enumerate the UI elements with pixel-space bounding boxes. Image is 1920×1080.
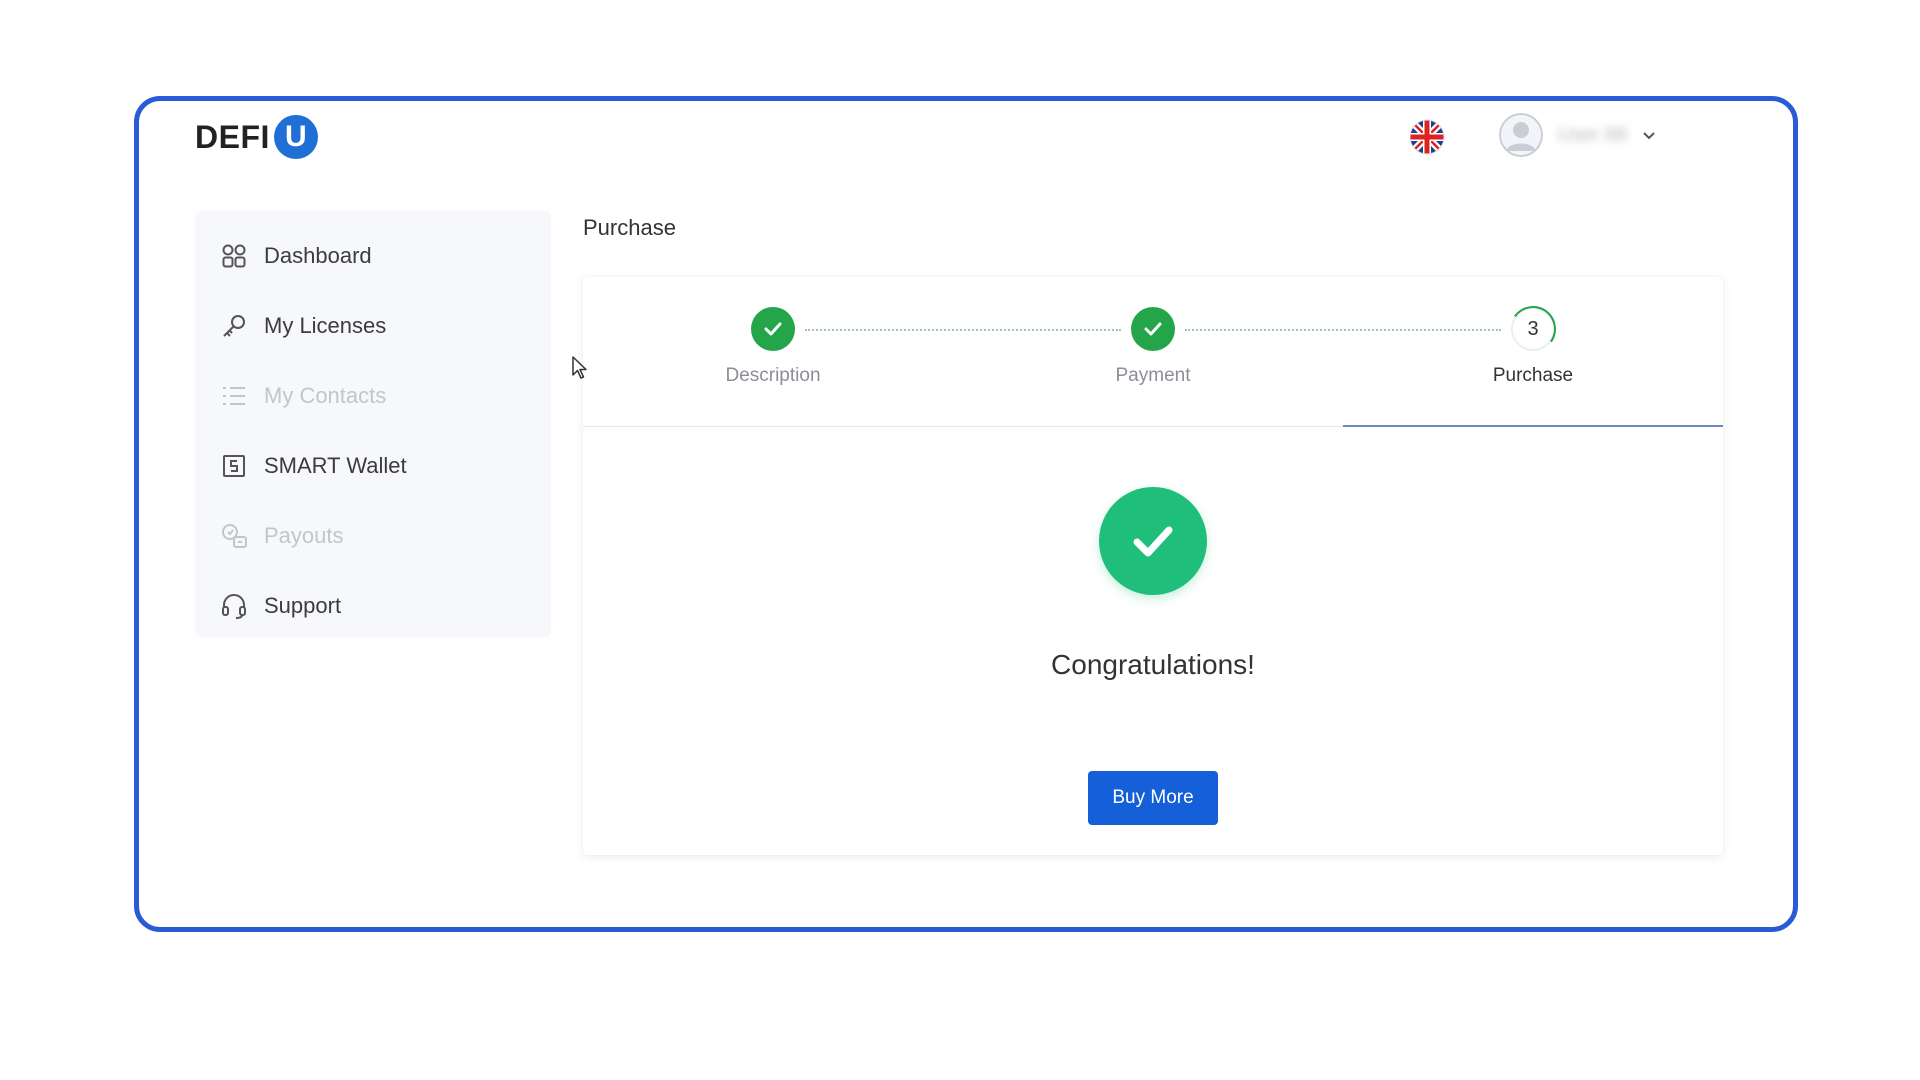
page-title: Purchase <box>583 215 676 240</box>
list-icon <box>220 382 248 410</box>
step-payment[interactable]: Payment <box>963 307 1343 387</box>
uk-flag-icon[interactable] <box>1409 119 1445 155</box>
step-label: Payment <box>1115 365 1191 386</box>
step-number: 3 <box>1511 307 1555 351</box>
logo[interactable]: DEFI U <box>195 115 318 159</box>
sidebar-item-smart-wallet[interactable]: SMART Wallet <box>195 431 551 501</box>
mouse-cursor-icon <box>571 355 589 381</box>
buy-more-button[interactable]: Buy More <box>1088 771 1218 825</box>
sidebar: Dashboard My Licenses My Contacts SMART … <box>195 211 551 637</box>
step-purchase[interactable]: 3 Purchase <box>1343 307 1723 387</box>
sidebar-item-payouts[interactable]: Payouts <box>195 501 551 571</box>
sidebar-item-label: Support <box>264 593 342 618</box>
stepper: Description Payment 3 Purchase <box>583 277 1723 427</box>
sidebar-item-dashboard[interactable]: Dashboard <box>195 221 551 291</box>
step-label: Purchase <box>1492 365 1574 386</box>
avatar <box>1499 113 1543 157</box>
sidebar-item-my-licenses[interactable]: My Licenses <box>195 291 551 361</box>
check-circle-icon <box>1099 487 1207 595</box>
logo-badge: U <box>273 115 318 159</box>
step-label: Description <box>725 365 821 386</box>
active-step-underline <box>1343 425 1723 427</box>
user-menu[interactable]: User 88 <box>1499 113 1657 157</box>
chevron-down-icon <box>1641 127 1657 143</box>
payouts-icon <box>220 522 248 550</box>
success-panel: Congratulations! Buy More <box>583 487 1723 825</box>
sidebar-item-my-contacts[interactable]: My Contacts <box>195 361 551 431</box>
purchase-card: Description Payment 3 Purchase Congratul… <box>583 277 1723 855</box>
sidebar-item-label: My Licenses <box>264 313 387 338</box>
key-icon <box>220 312 248 340</box>
user-name: User 88 <box>1557 123 1628 146</box>
check-icon <box>1131 307 1175 351</box>
sidebar-item-label: Dashboard <box>264 243 372 268</box>
sidebar-item-support[interactable]: Support <box>195 571 551 641</box>
dashboard-grid-icon <box>220 242 248 270</box>
check-icon <box>751 307 795 351</box>
success-message: Congratulations! <box>1051 649 1255 680</box>
sidebar-item-label: My Contacts <box>264 383 387 408</box>
sidebar-item-label: SMART Wallet <box>264 453 407 478</box>
logo-text: DEFI <box>195 118 270 155</box>
wallet-icon <box>220 452 248 480</box>
sidebar-item-label: Payouts <box>264 523 344 548</box>
app-window: DEFI U User 88 Dashboard My Licenses My … <box>134 96 1798 932</box>
headset-icon <box>220 592 248 620</box>
step-description[interactable]: Description <box>583 307 963 387</box>
